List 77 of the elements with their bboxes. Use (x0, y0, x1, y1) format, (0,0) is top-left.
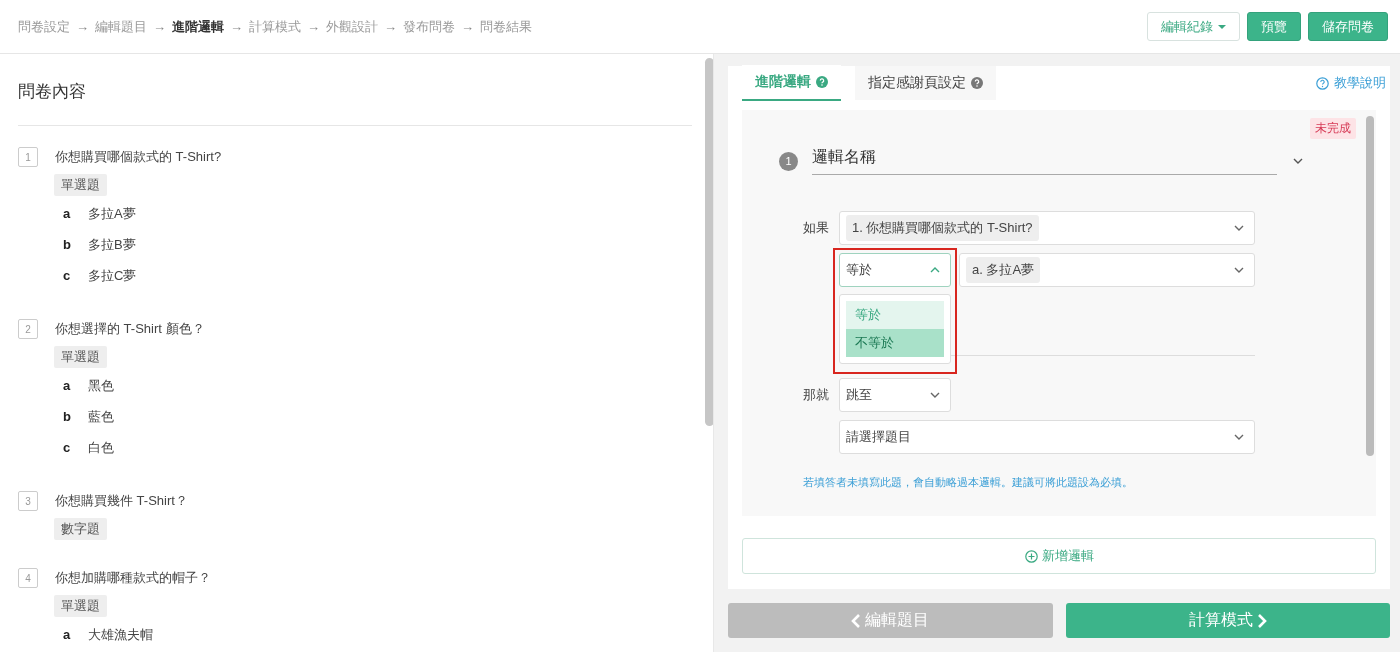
arrow-separator: → (384, 19, 397, 34)
option-label: 多拉B夢 (88, 235, 136, 254)
help-icon (816, 76, 828, 88)
question-type-tag: 單選題 (54, 595, 107, 617)
tab[interactable]: 指定感謝頁設定 (855, 66, 996, 100)
question-type-tag: 單選題 (54, 346, 107, 368)
scrollbar[interactable] (1366, 116, 1374, 456)
option-letter: a (63, 378, 72, 393)
select-field[interactable]: 跳至 (839, 378, 951, 412)
dropdown-option[interactable]: 等於 (846, 301, 944, 329)
arrow-separator: → (153, 19, 166, 34)
question-text: 你想購買幾件 T-Shirt？ (55, 492, 188, 510)
option-label: 大雄漁夫帽 (88, 625, 153, 644)
add-logic-button[interactable]: 新增邏輯 (742, 538, 1376, 574)
help-link[interactable]: 教學說明 (1316, 74, 1386, 92)
breadcrumb-step[interactable]: 編輯題目 (95, 17, 147, 36)
hint-text: 若填答者未填寫此題，會自動略過本邏輯。建議可將此題設為必填。 (802, 475, 1134, 490)
option-letter: a (63, 627, 72, 642)
arrow-separator: → (307, 19, 320, 34)
breadcrumb-step[interactable]: 計算模式 (249, 17, 301, 36)
question-text: 你想選擇的 T-Shirt 顏色？ (55, 320, 205, 338)
option-letter: a (63, 206, 72, 221)
save-button[interactable]: 儲存問卷 (1308, 12, 1388, 41)
chevron-down-icon (1234, 266, 1244, 274)
select-field[interactable]: a. 多拉A夢 (959, 253, 1255, 287)
question-circle-icon (1316, 76, 1329, 90)
question-number: 2 (18, 319, 38, 339)
option-label: 黑色 (88, 376, 114, 395)
caret-down-icon (1218, 24, 1226, 29)
option-label: 多拉C夢 (88, 266, 137, 285)
field-label: 那就 (802, 386, 830, 404)
select-field[interactable]: 等於 (839, 253, 951, 287)
tab[interactable]: 進階邏輯 (742, 65, 841, 101)
option-letter: c (63, 440, 72, 455)
breadcrumb-step[interactable]: 問卷設定 (18, 17, 70, 36)
chevron-down-icon (930, 391, 940, 399)
select-field[interactable]: 請選擇題目 (839, 420, 1255, 454)
question-number: 4 (18, 568, 38, 588)
status-badge: 未完成 (1310, 118, 1356, 139)
arrow-separator: → (76, 19, 89, 34)
option-letter: b (63, 409, 72, 424)
breadcrumb-step[interactable]: 發布問卷 (403, 17, 455, 36)
chevron-down-icon (1234, 224, 1244, 232)
plus-circle-icon (1024, 549, 1038, 563)
field-label: 如果 (802, 219, 830, 237)
dropdown-option[interactable]: 不等於 (846, 329, 944, 357)
chevron-up-icon (930, 266, 940, 274)
question-text: 你想加購哪種款式的帽子？ (55, 569, 211, 587)
chevron-down-icon (1234, 433, 1244, 441)
history-dropdown-button[interactable]: 編輯紀錄 (1147, 12, 1240, 41)
option-label: 多拉A夢 (88, 204, 136, 223)
question-number: 3 (18, 491, 38, 511)
back-button[interactable]: 編輯題目 (728, 603, 1053, 638)
preview-button[interactable]: 預覽 (1247, 12, 1301, 41)
question-type-tag: 數字題 (54, 518, 107, 540)
arrow-separator: → (461, 19, 474, 34)
section-title: 問卷內容 (18, 80, 692, 126)
option-label: 白色 (88, 438, 114, 457)
chevron-down-icon (1293, 157, 1303, 165)
select-field[interactable]: 1. 你想購買哪個款式的 T-Shirt? (839, 211, 1255, 245)
breadcrumb-step[interactable]: 進階邏輯 (172, 17, 224, 36)
chevron-right-icon (1256, 613, 1267, 628)
chevron-left-icon (851, 613, 862, 628)
arrow-separator: → (230, 19, 243, 34)
breadcrumb-step[interactable]: 問卷結果 (480, 17, 532, 36)
scrollbar[interactable] (705, 58, 713, 426)
breadcrumb-step[interactable]: 外觀設計 (326, 17, 378, 36)
question-type-tag: 單選題 (54, 174, 107, 196)
next-button[interactable]: 計算模式 (1065, 603, 1390, 638)
question-number: 1 (18, 147, 38, 167)
option-letter: c (63, 268, 72, 283)
question-text: 你想購買哪個款式的 T-Shirt? (55, 148, 222, 166)
help-icon (971, 77, 983, 89)
option-label: 藍色 (88, 407, 114, 426)
rule-number: 1 (779, 151, 798, 171)
rule-name-field[interactable]: 邏輯名稱 (812, 147, 1277, 175)
option-letter: b (63, 237, 72, 252)
